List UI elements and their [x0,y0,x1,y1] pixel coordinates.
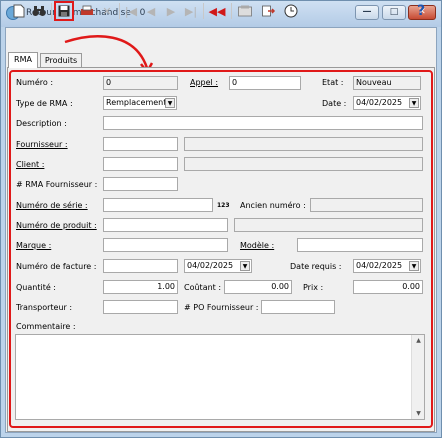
numero-facture-label: Numéro de facture : [16,262,97,271]
commentaire-label: Commentaire : [16,322,76,331]
modele-field[interactable] [297,238,423,252]
save-icon[interactable] [54,1,74,21]
date-picker[interactable]: 04/02/2025 ▼ [353,96,421,110]
first-record-icon[interactable]: |◀ [122,2,140,20]
numero-serie-field[interactable] [103,198,213,212]
chevron-down-icon[interactable]: ▼ [409,98,419,108]
date-requis-label: Date requis : [290,262,342,271]
po-fournisseur-field[interactable] [261,300,335,314]
coutant-label: Coûtant : [184,283,222,292]
transporteur-label: Transporteur : [16,303,73,312]
rma-fournisseur-label: # RMA Fournisseur : [16,180,98,189]
transporteur-field[interactable] [103,300,178,314]
date-label: Date : [322,99,347,108]
previous-record-icon[interactable]: ◀ [142,2,160,20]
date-requis-picker[interactable]: 04/02/2025 ▼ [353,259,421,273]
numero-label: Numéro : [16,78,54,87]
toolbar-separator [231,3,232,19]
clock-icon[interactable] [282,2,300,20]
client-label[interactable]: Client : [16,160,44,170]
calculator-icon[interactable] [236,2,254,20]
fournisseur-code-field[interactable] [103,137,178,151]
help-icon[interactable]: ? [412,2,430,20]
po-fournisseur-label: # PO Fournisseur : [184,303,259,312]
quantite-field[interactable]: 1.00 [103,280,178,294]
print-icon[interactable] [78,2,96,20]
type-rma-select[interactable]: Remplacement ▼ [103,96,177,110]
appel-label[interactable]: Appel : [190,78,218,88]
facture-date-value: 04/02/2025 [187,261,234,270]
fournisseur-name-field [184,137,423,151]
prix-label: Prix : [303,283,324,292]
prix-field[interactable]: 0.00 [353,280,423,294]
chevron-down-icon[interactable]: ▼ [240,261,250,271]
etat-label: Etat : [322,78,344,87]
numero-produit-label[interactable]: Numéro de produit : [16,221,97,231]
client-code-field[interactable] [103,157,178,171]
date-value: 04/02/2025 [356,98,403,107]
description-label: Description : [16,119,67,128]
marque-field[interactable] [103,238,228,252]
client-name-field [184,157,423,171]
facture-date-picker[interactable]: 04/02/2025 ▼ [184,259,252,273]
scroll-up-icon[interactable]: ▲ [412,335,425,346]
next-record-icon[interactable]: ▶ [162,2,180,20]
fournisseur-label[interactable]: Fournisseur : [16,140,68,150]
toolbar-separator [51,3,52,19]
numero-facture-field[interactable] [103,259,178,273]
tab-rma[interactable]: RMA [8,52,38,68]
export-icon[interactable] [260,2,278,20]
chevron-down-icon[interactable]: ▼ [165,98,175,108]
date-requis-value: 04/02/2025 [356,261,403,270]
description-field[interactable] [103,116,423,130]
etat-field: Nouveau [353,76,421,90]
chevron-down-icon[interactable]: ▼ [409,261,419,271]
comment-scrollbar[interactable]: ▲ ▼ [411,335,424,419]
numero-produit-field[interactable] [103,218,228,232]
ancien-numero-label: Ancien numéro : [240,201,306,210]
serial-number-icon[interactable]: 123 [217,201,230,211]
appel-field[interactable]: 0 [229,76,301,90]
binoculars-search-icon[interactable] [30,2,48,20]
produit-description-field [234,218,423,232]
maximize-button[interactable]: □ [382,5,406,20]
rewind-icon[interactable]: ◀◀ [208,2,226,20]
rma-fournisseur-field[interactable] [103,177,178,191]
last-record-icon[interactable]: ▶| [182,2,200,20]
minimize-button[interactable]: — [355,5,379,20]
numero-field: 0 [103,76,178,90]
new-document-icon[interactable] [10,2,28,20]
marque-label[interactable]: Marque : [16,241,51,251]
modele-label[interactable]: Modèle : [240,241,274,251]
coutant-field[interactable]: 0.00 [224,280,292,294]
type-rma-value: Remplacement [106,98,167,107]
toolbar-separator [203,3,204,19]
numero-serie-label[interactable]: Numéro de série : [16,201,88,211]
toolbar-separator [119,3,120,19]
commentaire-textarea[interactable] [15,334,425,420]
type-rma-label: Type de RMA : [16,99,73,108]
delete-icon[interactable]: ✕ [98,2,116,20]
quantite-label: Quantité : [16,283,56,292]
tab-produits[interactable]: Produits [40,53,82,68]
scroll-down-icon[interactable]: ▼ [412,408,425,419]
ancien-numero-field [310,198,423,212]
